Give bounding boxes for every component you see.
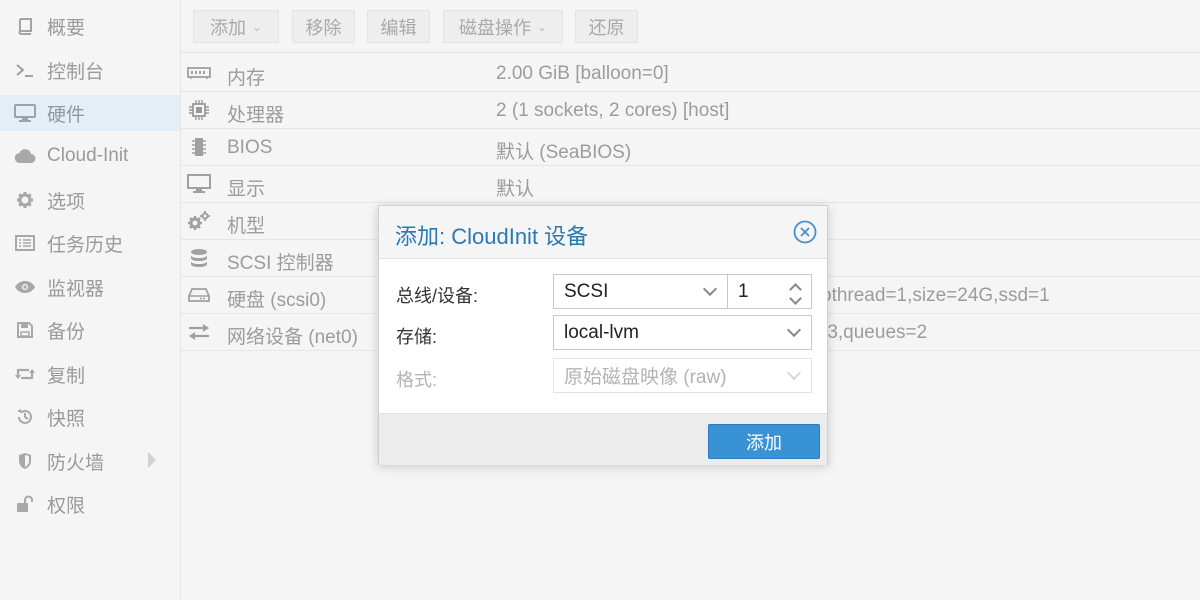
hardware-value: 默认 (SeaBIOS) — [496, 142, 632, 163]
add-button[interactable]: 添加 ⌄ — [193, 10, 279, 43]
sidebar-item-label: 备份 — [47, 321, 86, 343]
sidebar-item-label: 防火墙 — [47, 452, 105, 474]
submit-add-button[interactable]: 添加 — [708, 424, 820, 459]
hardware-name: 内存 — [227, 68, 266, 89]
sidebar-item-replication[interactable]: 复制 — [0, 356, 180, 392]
hardware-value: othread=1,size=24G,ssd=1 — [821, 285, 1050, 306]
exchange-icon — [187, 322, 211, 342]
submit-add-label: 添加 — [746, 432, 782, 453]
monitor-icon — [14, 102, 36, 124]
device-number-value: 1 — [738, 280, 749, 302]
disk-action-label: 磁盘操作 — [458, 17, 531, 38]
chevron-down-icon — [786, 322, 802, 338]
sidebar-item-label: 复制 — [47, 365, 86, 387]
sidebar-item-label: 选项 — [47, 191, 86, 213]
close-icon[interactable] — [793, 220, 817, 244]
sidebar-item-label: 权限 — [47, 495, 86, 517]
chevron-down-icon — [786, 365, 802, 381]
sidebar-item-console[interactable]: 控制台 — [0, 52, 180, 88]
list-icon — [14, 232, 36, 254]
hardware-value: 默认 — [496, 179, 535, 200]
hardware-value: 2 (1 sockets, 2 cores) [host] — [496, 100, 730, 121]
book-icon — [14, 15, 36, 37]
chevron-down-icon — [702, 281, 718, 297]
hardware-name: BIOS — [227, 137, 273, 158]
remove-button-label: 移除 — [305, 17, 342, 38]
sidebar-item-label: 任务历史 — [47, 234, 124, 256]
desktop-icon — [187, 174, 211, 194]
edit-button[interactable]: 编辑 — [367, 10, 430, 43]
sidebar-item-task-history[interactable]: 任务历史 — [0, 225, 180, 261]
sidebar-item-label: Cloud-Init — [47, 145, 129, 166]
hardware-name: 机型 — [227, 216, 266, 237]
bus-device-label: 总线/设备: — [396, 286, 479, 306]
sidebar-item-label: 快照 — [47, 408, 86, 430]
eye-icon — [14, 276, 36, 298]
sidebar: 概要 控制台 硬件 Cloud-Init 选项 任务历史 监视器 备份 复制 快… — [0, 0, 181, 600]
hardware-row-memory[interactable]: 内存 2.00 GiB [balloon=0] — [181, 55, 1200, 92]
format-select-value: 原始磁盘映像 (raw) — [564, 367, 727, 388]
remove-button[interactable]: 移除 — [292, 10, 355, 43]
history-icon — [14, 406, 36, 428]
device-number-spinner[interactable]: 1 — [727, 274, 812, 309]
cogs-icon — [187, 211, 211, 231]
expand-arrow-icon[interactable] — [148, 452, 156, 468]
disk-action-button[interactable]: 磁盘操作 ⌄ — [443, 10, 563, 43]
hardware-name: 硬盘 (scsi0) — [227, 290, 327, 311]
add-cloudinit-dialog: 添加: CloudInit 设备 总线/设备: SCSI 1 存储: local… — [378, 205, 828, 465]
sidebar-item-firewall[interactable]: 防火墙 — [0, 443, 180, 479]
shield-icon — [14, 450, 36, 472]
format-select: 原始磁盘映像 (raw) — [553, 358, 812, 393]
storage-select-value: local-lvm — [564, 321, 639, 343]
unlock-icon — [14, 493, 36, 515]
revert-button[interactable]: 还原 — [575, 10, 638, 43]
dialog-header: 添加: CloudInit 设备 — [379, 206, 827, 259]
memory-icon — [187, 63, 211, 83]
format-label: 格式: — [396, 370, 438, 390]
hardware-name: 处理器 — [227, 105, 285, 126]
revert-button-label: 还原 — [588, 17, 625, 38]
sidebar-item-label: 概要 — [47, 17, 86, 39]
hardware-row-processor[interactable]: 处理器 2 (1 sockets, 2 cores) [host] — [181, 92, 1200, 129]
bus-select[interactable]: SCSI — [553, 274, 728, 309]
chevron-down-icon: ⌄ — [251, 19, 263, 34]
storage-select[interactable]: local-lvm — [553, 315, 812, 350]
hardware-row-bios[interactable]: BIOS 默认 (SeaBIOS) — [181, 129, 1200, 166]
gear-icon — [14, 189, 36, 211]
sidebar-item-label: 监视器 — [47, 278, 105, 300]
add-button-label: 添加 — [209, 17, 246, 38]
sidebar-item-cloud-init[interactable]: Cloud-Init — [0, 138, 180, 174]
database-icon — [187, 248, 211, 268]
dialog-title: 添加: CloudInit 设备 — [395, 224, 589, 249]
microchip-icon — [187, 137, 211, 157]
terminal-icon — [14, 59, 36, 81]
edit-button-label: 编辑 — [380, 17, 417, 38]
sidebar-item-snapshots[interactable]: 快照 — [0, 399, 180, 435]
hardware-value: r3,queues=2 — [821, 322, 928, 343]
sidebar-item-permissions[interactable]: 权限 — [0, 486, 180, 522]
floppy-icon — [14, 319, 36, 341]
sidebar-item-hardware[interactable]: 硬件 — [0, 95, 180, 131]
hardware-name: SCSI 控制器 — [227, 253, 334, 274]
sidebar-item-options[interactable]: 选项 — [0, 182, 180, 218]
hdd-icon — [187, 285, 211, 305]
hardware-name: 网络设备 (net0) — [227, 327, 358, 348]
storage-label: 存储: — [396, 327, 438, 347]
hardware-row-display[interactable]: 显示 默认 — [181, 166, 1200, 203]
cloud-icon — [14, 145, 36, 167]
hardware-value: 2.00 GiB [balloon=0] — [496, 63, 669, 84]
chevron-down-icon[interactable] — [789, 292, 802, 305]
sidebar-item-label: 控制台 — [47, 61, 105, 83]
cpu-icon — [187, 100, 211, 120]
hardware-name: 显示 — [227, 179, 266, 200]
chevron-down-icon: ⌄ — [536, 19, 548, 34]
sidebar-item-backup[interactable]: 备份 — [0, 312, 180, 348]
dialog-footer: 添加 — [379, 413, 827, 465]
sidebar-item-summary[interactable]: 概要 — [0, 8, 180, 44]
toolbar: 添加 ⌄ 移除 编辑 磁盘操作 ⌄ 还原 — [181, 0, 1200, 53]
sidebar-item-label: 硬件 — [47, 104, 86, 126]
bus-select-value: SCSI — [564, 280, 609, 302]
sidebar-item-monitor[interactable]: 监视器 — [0, 269, 180, 305]
retweet-icon — [14, 363, 36, 385]
